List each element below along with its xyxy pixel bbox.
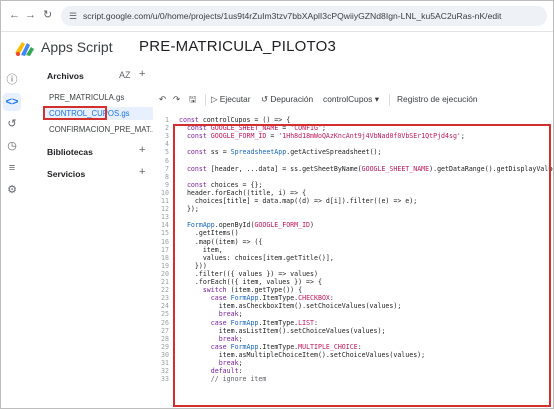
line-number: 3	[165, 132, 169, 141]
toolbar-divider	[205, 94, 206, 106]
app-header: Apps Script PRE-MATRICULA_PILOTO3	[1, 32, 553, 62]
debug-button[interactable]: ↺ Depuración	[261, 93, 313, 106]
line-number: 24	[161, 302, 169, 311]
libraries-heading: Bibliotecas	[47, 147, 93, 157]
redo-icon[interactable]: ↷	[173, 93, 180, 106]
executions-icon[interactable]: ≡	[5, 161, 19, 175]
line-number: 14	[161, 221, 169, 230]
apps-script-logo-icon	[15, 42, 34, 56]
sort-az-icon[interactable]: AZ	[119, 70, 131, 81]
url-text: script.google.com/u/0/home/projects/1us9…	[83, 11, 502, 21]
line-number: 17	[161, 245, 169, 254]
line-number: 31	[161, 359, 169, 367]
reload-icon[interactable]: ↻	[43, 9, 52, 21]
editor-toolbar: ↶ ↷ 🖫 ▷ Ejecutar ↺ Depuración controlCup…	[153, 89, 553, 111]
line-number: 22	[161, 286, 169, 295]
line-number: 11	[161, 197, 169, 205]
line-number: 2	[165, 124, 169, 133]
line-number: 33	[161, 375, 169, 384]
line-number: 10	[161, 188, 169, 197]
line-number-gutter: 1 2 3 4 5 6 7 8 9 10 11 12 13 14 15 16 17 18 19 20 21 22 23 24 2…	[153, 113, 169, 408]
line-number: 32	[161, 367, 169, 376]
highlight-box-file	[43, 106, 107, 120]
line-number: 27	[161, 326, 169, 335]
code-editor-icon[interactable]: <>	[5, 95, 19, 109]
site-info-icon[interactable]: ☰	[67, 10, 79, 22]
line-number: 15	[161, 229, 169, 238]
line-number: 6	[165, 156, 169, 165]
line-number: 20	[161, 269, 169, 278]
line-number: 28	[161, 334, 169, 343]
toolbar-divider	[389, 94, 390, 106]
arrow-right-icon[interactable]: →	[25, 9, 36, 21]
add-service-icon[interactable]: +	[139, 167, 145, 178]
run-button[interactable]: ▷ Ejecutar	[211, 93, 251, 106]
line-number: 7	[165, 164, 169, 173]
add-library-icon[interactable]: +	[139, 145, 145, 156]
save-icon[interactable]: 🖫	[189, 93, 196, 106]
files-heading: Archivos	[47, 71, 84, 81]
line-number: 25	[161, 310, 169, 319]
file-item-confirmacion[interactable]: CONFIRMACION_PRE_MAT...	[45, 123, 153, 136]
line-number: 9	[165, 180, 169, 189]
arrow-left-icon[interactable]: ←	[9, 9, 20, 21]
line-number: 13	[161, 213, 169, 222]
add-file-icon[interactable]: +	[139, 69, 145, 80]
line-number: 29	[161, 342, 169, 351]
line-number: 19	[161, 261, 169, 270]
line-number: 8	[165, 172, 169, 181]
browser-window: ← → ↻ ☰ script.google.com/u/0/home/proje…	[0, 0, 554, 409]
info-icon[interactable]: ⓘ	[5, 73, 19, 87]
app-name: Apps Script	[41, 39, 113, 55]
line-number: 26	[161, 318, 169, 327]
line-number: 1	[165, 116, 169, 124]
project-title[interactable]: PRE-MATRICULA_PILOTO3	[139, 38, 336, 55]
line-number: 21	[161, 278, 169, 286]
browser-toolbar: ← → ↻ ☰ script.google.com/u/0/home/proje…	[1, 1, 553, 32]
line-number: 18	[161, 253, 169, 262]
line-number: 30	[161, 350, 169, 359]
line-number: 12	[161, 205, 169, 214]
file-item-pre-matricula[interactable]: PRE_MATRICULA.gs	[45, 91, 153, 104]
history-icon[interactable]: ↺	[5, 117, 19, 131]
settings-gear-icon[interactable]: ⚙	[5, 183, 19, 197]
highlight-box-code	[173, 124, 551, 407]
address-bar[interactable]: ☰ script.google.com/u/0/home/projects/1u…	[61, 6, 547, 26]
triggers-clock-icon[interactable]: ◷	[5, 139, 19, 153]
execution-log-button[interactable]: Registro de ejecución	[397, 93, 478, 106]
play-icon: ▷	[211, 94, 218, 104]
services-heading: Servicios	[47, 169, 86, 179]
code-line: const controlCupos = () => {	[179, 116, 291, 124]
left-nav-rail: ⓘ <> ↺ ◷ ≡ ⚙	[1, 63, 23, 408]
line-number: 16	[161, 237, 169, 246]
chevron-down-icon: ▾	[374, 94, 379, 104]
function-select[interactable]: controlCupos ▾	[323, 93, 379, 106]
line-number: 5	[165, 148, 169, 157]
undo-icon[interactable]: ↶	[159, 93, 166, 106]
debug-icon: ↺	[261, 94, 269, 104]
line-number: 4	[165, 140, 169, 149]
line-number: 23	[161, 294, 169, 303]
